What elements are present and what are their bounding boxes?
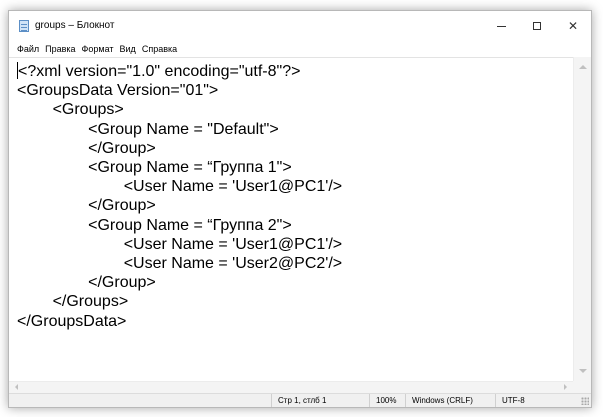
editor-line-3: <Groups> <box>17 101 124 119</box>
status-cursor-position: Стр 1, стлб 1 <box>271 394 369 407</box>
editor-line-6: <Group Name = “Группа 1"> <box>17 159 292 177</box>
menu-edit[interactable]: Правка <box>45 44 75 54</box>
close-button[interactable]: ✕ <box>555 11 591 41</box>
vertical-scrollbar[interactable] <box>573 57 591 381</box>
status-encoding: UTF-8 <box>495 394 575 407</box>
editor-text[interactable]: <?xml version="1.0" encoding="utf-8"?> <… <box>9 58 573 331</box>
scroll-left-icon[interactable] <box>15 384 18 390</box>
notepad-icon <box>19 20 29 32</box>
editor-line-7: <User Name = 'User1@PC1'/> <box>17 178 343 196</box>
status-bar: Стр 1, стлб 1 100% Windows (CRLF) UTF-8 <box>9 393 591 407</box>
text-editor[interactable]: <?xml version="1.0" encoding="utf-8"?> <… <box>9 57 573 381</box>
editor-line-1: <?xml version="1.0" encoding="utf-8"?> <box>18 63 301 80</box>
menu-format[interactable]: Формат <box>82 44 114 54</box>
scroll-up-icon[interactable] <box>579 65 587 69</box>
scroll-down-icon[interactable] <box>579 369 587 373</box>
minimize-icon <box>496 25 506 27</box>
editor-line-2: <GroupsData Version="01"> <box>17 82 219 100</box>
status-line-ending: Windows (CRLF) <box>405 394 495 407</box>
editor-line-12: </Group> <box>17 274 156 292</box>
status-zoom: 100% <box>369 394 405 407</box>
window-title: groups – Блокнот <box>35 20 115 31</box>
editor-line-8: </Group> <box>17 197 156 215</box>
editor-line-9: <Group Name = “Группа 2"> <box>17 216 292 234</box>
editor-line-11: <User Name = 'User2@PC2'/> <box>17 255 343 273</box>
maximize-icon <box>533 22 541 30</box>
menu-bar: Файл Правка Формат Вид Справка <box>9 41 591 57</box>
editor-line-4: <Group Name = "Default"> <box>17 120 279 138</box>
minimize-button[interactable] <box>483 11 519 41</box>
maximize-button[interactable] <box>519 11 555 41</box>
close-icon: ✕ <box>567 19 579 33</box>
scroll-right-icon[interactable] <box>564 384 567 390</box>
notepad-window: groups – Блокнот ✕ Файл Правка Формат Ви… <box>8 10 592 408</box>
editor-line-5: </Group> <box>17 139 156 157</box>
editor-line-13: </Groups> <box>17 293 129 311</box>
resize-grip-icon[interactable] <box>581 397 589 405</box>
menu-file[interactable]: Файл <box>17 44 39 54</box>
editor-line-10: <User Name = 'User1@PC1'/> <box>17 235 343 253</box>
menu-help[interactable]: Справка <box>142 44 177 54</box>
editor-line-14: </GroupsData> <box>17 312 127 330</box>
menu-view[interactable]: Вид <box>120 44 136 54</box>
title-bar[interactable]: groups – Блокнот ✕ <box>9 11 591 41</box>
horizontal-scrollbar[interactable] <box>9 381 573 393</box>
scrollbar-corner <box>573 381 591 393</box>
